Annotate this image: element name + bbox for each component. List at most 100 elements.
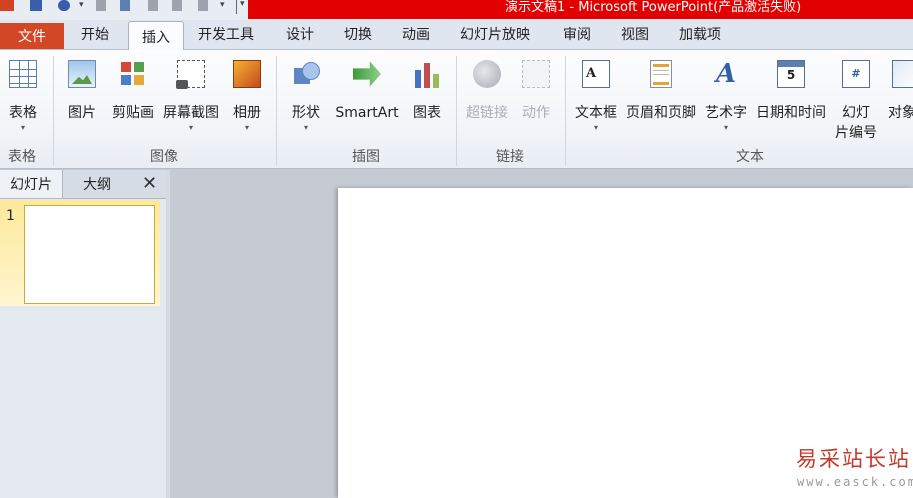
group-divider — [565, 56, 566, 166]
header-footer-label: 页眉和页脚 — [626, 105, 696, 121]
date-time-icon: 5 — [777, 60, 805, 88]
group-label-links: 链接 — [496, 149, 524, 165]
watermark-url: www.easck.com — [797, 475, 913, 489]
tab-outline[interactable]: 大纲 — [66, 170, 128, 198]
smartart-icon — [353, 61, 381, 87]
group-label-images: 图像 — [150, 149, 178, 165]
header-footer-button[interactable]: 页眉和页脚 — [623, 60, 699, 123]
group-label-tables: 表格 — [8, 149, 36, 165]
chevron-down-icon: ▾ — [303, 123, 308, 132]
shapes-button[interactable]: 形状 ▾ — [289, 60, 323, 133]
tab-slides[interactable]: 幻灯片 — [0, 170, 63, 198]
group-divider — [53, 56, 54, 166]
window-title: 演示文稿1 - Microsoft PowerPoint(产品激活失败) — [505, 0, 802, 15]
hyperlink-button[interactable]: 超链接 — [463, 60, 511, 123]
group-divider — [276, 56, 277, 166]
save-icon[interactable] — [30, 0, 42, 11]
slides-pane: 幻灯片 大纲 ✕ 1 — [0, 170, 167, 498]
clip-art-icon — [119, 60, 147, 88]
quick-access-tool-icon[interactable] — [120, 0, 130, 11]
table-icon — [9, 60, 37, 88]
quick-access-tool-icon — [198, 0, 208, 11]
tab-file[interactable]: 文件 — [0, 23, 64, 49]
group-divider — [456, 56, 457, 166]
action-icon — [522, 60, 550, 88]
tab-view[interactable]: 视图 — [621, 24, 649, 44]
photo-album-label: 相册 — [233, 105, 261, 121]
watermark-logo: 易采站长站 — [796, 447, 911, 471]
slide-number: 1 — [6, 208, 15, 224]
group-label-text: 文本 — [736, 149, 764, 165]
date-time-label: 日期和时间 — [756, 105, 826, 121]
photo-album-icon — [233, 60, 261, 88]
pane-tab-bar: 幻灯片 大纲 ✕ — [0, 170, 166, 199]
customize-quick-access-icon[interactable]: ▾ — [240, 0, 245, 10]
group-label-illustrations: 插图 — [352, 149, 380, 165]
hyperlink-label: 超链接 — [466, 105, 508, 121]
slide-number-button[interactable]: # 幻灯 片编号 — [833, 60, 879, 143]
tab-add-ins[interactable]: 加载项 — [679, 24, 721, 44]
table-button[interactable]: 表格 ▾ — [6, 60, 40, 133]
undo-icon[interactable] — [58, 0, 70, 11]
action-label: 动作 — [522, 105, 550, 121]
tab-transitions[interactable]: 切换 — [344, 24, 372, 44]
text-box-icon: A — [582, 60, 610, 88]
quick-access-tool-icon — [172, 0, 182, 11]
slide-thumbnail-row[interactable]: 1 — [0, 200, 160, 306]
shapes-icon — [292, 60, 320, 88]
object-icon — [892, 60, 913, 88]
clip-art-label: 剪贴画 — [112, 105, 154, 121]
header-footer-icon — [650, 60, 672, 88]
wordart-label: 艺术字 — [705, 105, 747, 121]
object-button[interactable]: 对象 — [888, 60, 913, 123]
tab-insert[interactable]: 插入 — [128, 21, 184, 51]
ribbon-tab-bar: 文件 开始 插入 开发工具 设计 切换 动画 幻灯片放映 审阅 视图 加载项 — [0, 20, 913, 51]
quick-access-separator — [236, 0, 237, 14]
screenshot-icon — [176, 60, 205, 89]
ribbon: 表格 ▾ 表格 图片 剪贴画 屏幕截图 ▾ 相册 ▾ 图像 形状 ▾ Smart… — [0, 50, 913, 169]
chevron-down-icon: ▾ — [723, 123, 728, 132]
date-time-button[interactable]: 5 日期和时间 — [753, 60, 829, 123]
picture-label: 图片 — [68, 105, 96, 121]
chevron-down-icon: ▾ — [20, 123, 25, 132]
tab-design[interactable]: 设计 — [286, 24, 314, 44]
picture-button[interactable]: 图片 — [64, 60, 100, 123]
chevron-down-icon: ▾ — [593, 123, 598, 132]
quick-access-dropdown-icon[interactable]: ▾ — [220, 0, 225, 11]
shapes-label: 形状 — [292, 105, 320, 121]
tab-home[interactable]: 开始 — [81, 24, 109, 44]
undo-dropdown-icon[interactable]: ▾ — [79, 0, 84, 11]
quick-access-tool-icon[interactable] — [148, 0, 158, 11]
table-label: 表格 — [9, 105, 37, 121]
picture-icon — [68, 60, 96, 88]
smartart-label: SmartArt — [335, 105, 399, 121]
tab-animations[interactable]: 动画 — [402, 24, 430, 44]
wordart-button[interactable]: A 艺术字 ▾ — [703, 60, 749, 133]
powerpoint-logo-icon[interactable] — [0, 0, 14, 11]
chevron-down-icon: ▾ — [188, 123, 193, 132]
chart-label: 图表 — [413, 105, 441, 121]
close-icon[interactable]: ✕ — [142, 173, 157, 194]
tab-review[interactable]: 审阅 — [563, 24, 591, 44]
chart-button[interactable]: 图表 — [410, 60, 444, 123]
title-bar: ▾ ▾ ▾ 演示文稿1 - Microsoft PowerPoint(产品激活失… — [0, 0, 913, 20]
object-label: 对象 — [888, 105, 913, 121]
tab-slide-show[interactable]: 幻灯片放映 — [460, 24, 530, 44]
slide-thumbnail[interactable] — [24, 205, 155, 304]
slide-number-label: 幻灯 片编号 — [835, 105, 877, 141]
photo-album-button[interactable]: 相册 ▾ — [230, 60, 264, 133]
redo-icon — [96, 0, 106, 11]
smartart-button[interactable]: SmartArt — [333, 60, 401, 123]
chart-icon — [413, 60, 441, 88]
screenshot-button[interactable]: 屏幕截图 ▾ — [160, 60, 222, 133]
tab-developer[interactable]: 开发工具 — [198, 24, 254, 44]
text-box-label: 文本框 — [575, 105, 617, 121]
action-button[interactable]: 动作 — [518, 60, 554, 123]
wordart-icon: A — [715, 59, 737, 89]
clip-art-button[interactable]: 剪贴画 — [108, 60, 158, 123]
slide-number-icon: # — [842, 60, 870, 88]
text-box-button[interactable]: A 文本框 ▾ — [573, 60, 619, 133]
screenshot-label: 屏幕截图 — [163, 105, 219, 121]
hyperlink-icon — [473, 60, 501, 88]
chevron-down-icon: ▾ — [244, 123, 249, 132]
